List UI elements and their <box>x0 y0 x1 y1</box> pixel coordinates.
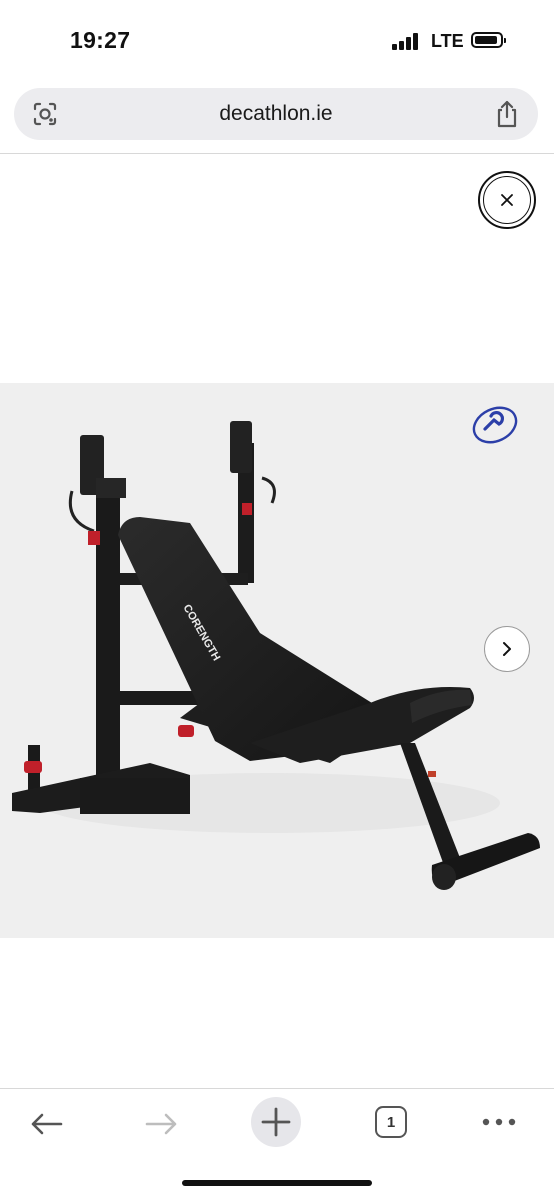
new-tab-plus-icon <box>261 1107 291 1137</box>
back-arrow-icon <box>31 1113 63 1135</box>
next-image-button[interactable] <box>484 626 530 672</box>
ar-view-icon[interactable] <box>470 403 520 447</box>
share-icon[interactable] <box>494 100 520 128</box>
close-button[interactable] <box>478 171 536 229</box>
battery-icon <box>471 32 506 48</box>
forward-arrow-icon <box>145 1113 177 1135</box>
chevron-right-icon <box>503 642 511 656</box>
more-dots-icon[interactable] <box>479 1109 519 1135</box>
url-text[interactable]: decathlon.ie <box>14 102 538 126</box>
forward-button[interactable] <box>140 1101 184 1147</box>
back-button[interactable] <box>24 1101 68 1147</box>
status-bar: 19:27 LTE <box>0 0 554 80</box>
address-bar[interactable]: decathlon.ie <box>14 88 538 140</box>
header-divider <box>0 153 554 154</box>
network-type: LTE <box>431 31 464 51</box>
tab-count: 1 <box>386 1113 396 1131</box>
new-tab-button[interactable] <box>251 1097 301 1147</box>
signal-icon <box>392 32 422 50</box>
tabs-button[interactable]: 1 <box>375 1106 407 1138</box>
close-icon <box>483 176 531 224</box>
status-time: 19:27 <box>70 27 131 53</box>
product-image[interactable]: CORENGTH <box>0 383 554 938</box>
weight-bench-image: CORENGTH <box>12 421 540 890</box>
home-indicator <box>182 1180 372 1186</box>
